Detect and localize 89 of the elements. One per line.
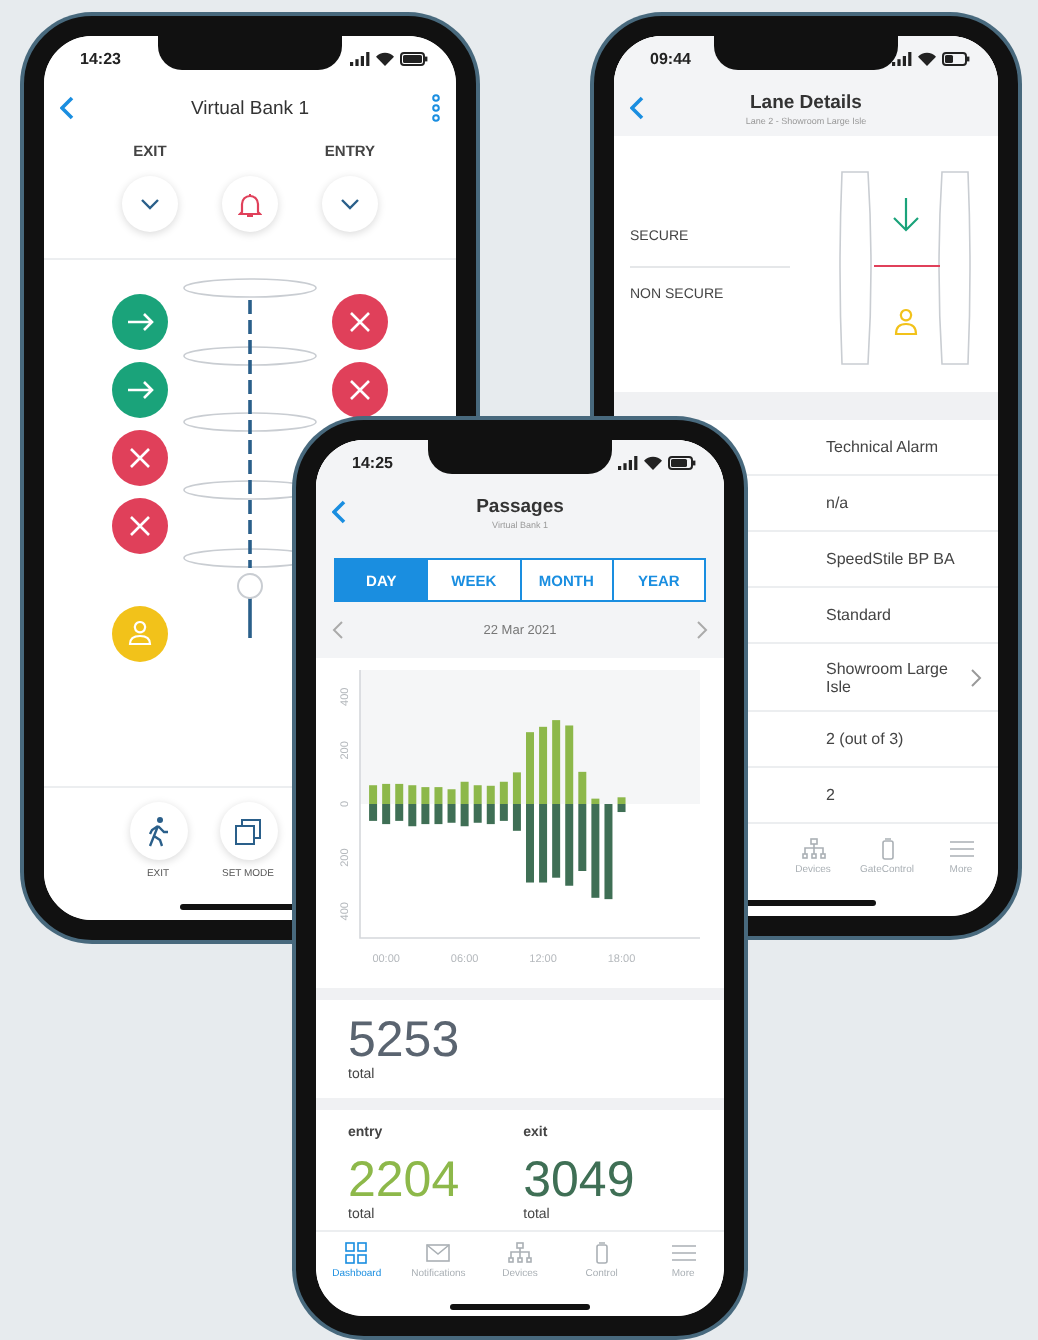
wifi-icon [376,51,394,65]
exit-bar [552,804,561,878]
back-icon[interactable] [630,96,644,120]
exit-bar [369,804,378,821]
exit-bar [526,804,534,883]
exit-bar [591,804,600,898]
status-time: 09:44 [650,49,691,67]
entry-bar [434,787,443,804]
detail-value: SpeedStile BP BA [826,550,957,568]
exit-bar [460,804,469,827]
exit-bar [604,804,613,900]
entry-bar [447,789,456,804]
battery-icon [942,51,970,65]
entry-bar [460,781,469,804]
bell-icon [238,191,262,217]
entry-bar [591,798,600,804]
menu-icon [949,838,973,860]
exit-bar [408,804,417,827]
back-icon[interactable] [60,96,74,120]
status-time: 14:23 [80,49,121,67]
exit-bar [617,804,626,813]
previous-icon[interactable] [332,620,344,640]
detail-value: Standard [826,606,893,624]
menu-icon [671,1242,696,1264]
entry-bar [565,725,574,804]
envelope-icon [426,1242,451,1264]
grid-icon [344,1242,369,1264]
cross-icon[interactable] [112,498,168,554]
chevron-icon[interactable] [970,667,982,687]
entry-bar [512,772,521,804]
detail-value: Showroom Large Isle [826,659,950,695]
walking-person-icon [146,815,170,847]
screen-title: Virtual Bank 1 [191,97,309,119]
exit-bar [565,804,574,886]
exit-bar [499,804,508,821]
detail-value: 2 (out of 3) [826,730,906,748]
entry-bar [617,797,626,804]
network-icon [507,1242,532,1264]
exit-bar [395,804,404,821]
cross-icon[interactable] [332,294,388,350]
screen-title: Lane Details [750,91,862,113]
battery-icon [668,455,696,469]
entry-bar [421,787,430,804]
screen-title: Passages [476,495,564,517]
total-count: 5253 [348,1012,460,1068]
status-time: 14:25 [352,453,393,471]
more-icon[interactable] [432,94,440,122]
signal-icon [350,51,370,65]
exit-count: 3049 [523,1152,635,1208]
next-icon[interactable] [696,620,708,640]
exit-bar [578,804,587,871]
detail-value: n/a [826,494,851,512]
detail-value: 2 [826,786,837,804]
exit-bar [434,804,443,825]
network-icon [801,838,825,860]
chevron-down-icon [340,198,360,210]
exit-bar [539,804,548,883]
entry-bar [408,785,417,804]
home-indicator [450,1304,590,1310]
entry-bar [473,785,482,804]
cross-icon[interactable] [332,362,388,418]
signal-icon [618,455,638,469]
entry-bar [552,720,561,804]
wifi-icon [918,51,936,65]
entry-bar [486,785,495,804]
exit-bar [421,804,430,825]
entry-bar [499,781,508,804]
exit-bar [382,804,391,825]
exit-bar [512,804,521,831]
person-icon[interactable] [112,606,168,662]
entry-bar [382,783,391,804]
battery-icon [400,51,428,65]
signal-icon [892,51,912,65]
entry-bar [578,771,587,804]
cross-icon[interactable] [112,430,168,486]
stacked-squares-icon [234,817,262,845]
wifi-icon [644,455,662,469]
back-icon[interactable] [332,500,346,524]
exit-bar [447,804,456,823]
exit-bar [486,804,495,825]
alarm-button[interactable] [222,176,278,232]
entry-bar [539,726,548,804]
entry-bar [526,732,534,804]
entry-bar [395,783,404,804]
entry-count: 2204 [348,1152,460,1208]
exit-bar [473,804,482,823]
entry-bar [369,785,378,804]
chevron-down-icon [140,198,160,210]
detail-value: Technical Alarm [826,438,941,456]
